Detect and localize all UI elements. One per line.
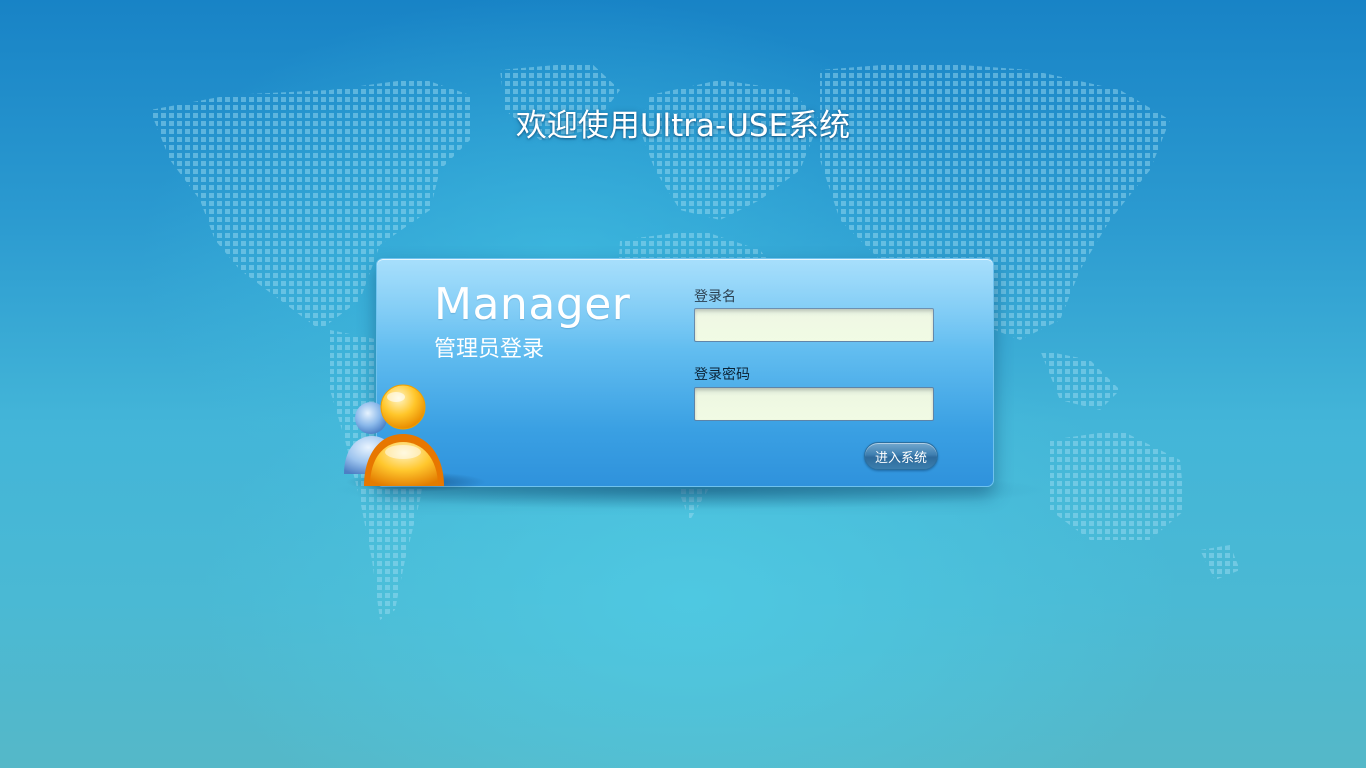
password-label: 登录密码 [694,367,750,383]
manager-subtitle: 管理员登录 [434,337,545,362]
username-input[interactable] [694,308,934,342]
username-label: 登录名 [694,289,736,305]
users-icon [344,384,486,492]
manager-title: Manager [434,279,631,330]
welcome-title: 欢迎使用Ultra-USE系统 [515,108,851,144]
password-input[interactable] [694,387,934,421]
enter-system-button[interactable]: 进入系统 [864,442,938,470]
